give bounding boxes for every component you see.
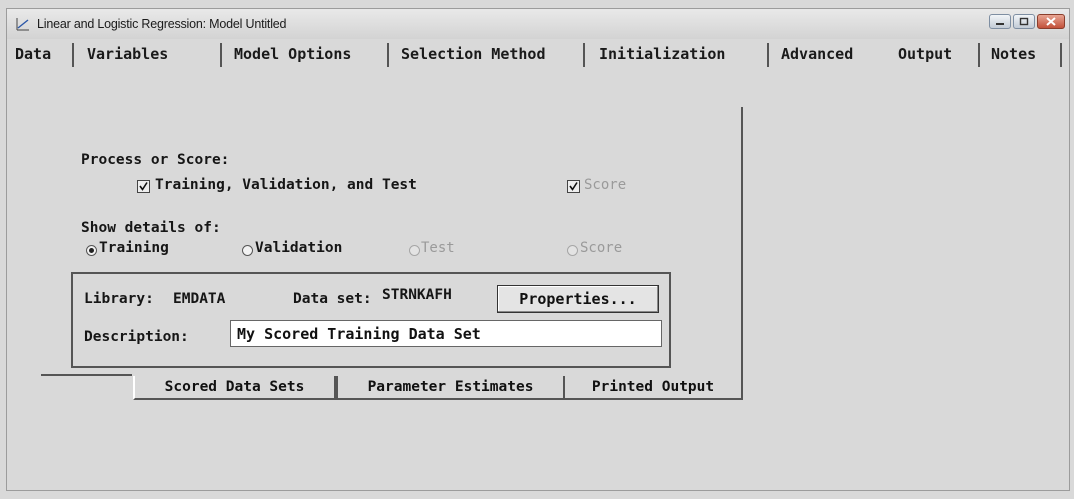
maximize-button[interactable]: [1013, 14, 1035, 29]
score-checkbox[interactable]: [567, 180, 580, 193]
regression-icon: [15, 16, 31, 32]
tab-selection-method[interactable]: Selection Method: [401, 42, 546, 66]
tab-initialization[interactable]: Initialization: [599, 42, 725, 66]
tab-variables[interactable]: Variables: [87, 42, 168, 66]
test-radio[interactable]: [409, 245, 420, 256]
test-radio-label: Test: [421, 240, 455, 256]
tab-printed-output[interactable]: Printed Output: [565, 376, 743, 400]
validation-radio-label: Validation: [255, 240, 343, 256]
tab-model-options[interactable]: Model Options: [234, 42, 351, 66]
training-checkbox-label: Training, Validation, and Test: [155, 177, 417, 193]
dataset-value: STRNKAFH: [382, 287, 452, 303]
training-checkbox[interactable]: [137, 180, 150, 193]
training-radio[interactable]: [86, 245, 97, 256]
library-label: Library:: [84, 291, 154, 307]
process-or-score-label: Process or Score:: [81, 152, 230, 168]
tab-notes[interactable]: Notes: [991, 42, 1036, 66]
validation-radio[interactable]: [242, 245, 253, 256]
title-bar: Linear and Logistic Regression: Model Un…: [7, 9, 1069, 39]
close-icon: [1046, 17, 1056, 26]
score-radio-label: Score: [580, 240, 623, 256]
training-radio-label: Training: [99, 240, 169, 256]
minimize-button[interactable]: [989, 14, 1011, 29]
minimize-icon: [996, 23, 1004, 25]
panel-border: [741, 107, 743, 395]
tab-scored-data-sets[interactable]: Scored Data Sets: [133, 376, 336, 400]
checkmark-icon: [139, 182, 148, 191]
tab-output[interactable]: Output: [898, 42, 952, 66]
score-checkbox-label: Score: [584, 177, 627, 193]
show-details-label: Show details of:: [81, 220, 221, 236]
dataset-label: Data set:: [293, 291, 372, 307]
window-title: Linear and Logistic Regression: Model Un…: [37, 17, 287, 31]
tab-advanced[interactable]: Advanced: [781, 42, 853, 66]
tab-data[interactable]: Data: [15, 42, 51, 66]
tab-strip: Data Variables Model Options Selection M…: [7, 39, 1069, 69]
tab-parameter-estimates[interactable]: Parameter Estimates: [336, 376, 565, 400]
description-field[interactable]: [230, 320, 662, 347]
description-label: Description:: [84, 329, 189, 345]
maximize-icon: [1019, 17, 1029, 26]
checkmark-icon: [569, 182, 578, 191]
score-radio[interactable]: [567, 245, 578, 256]
properties-button[interactable]: Properties...: [497, 285, 659, 313]
close-button[interactable]: [1037, 14, 1065, 29]
library-value: EMDATA: [173, 291, 226, 307]
